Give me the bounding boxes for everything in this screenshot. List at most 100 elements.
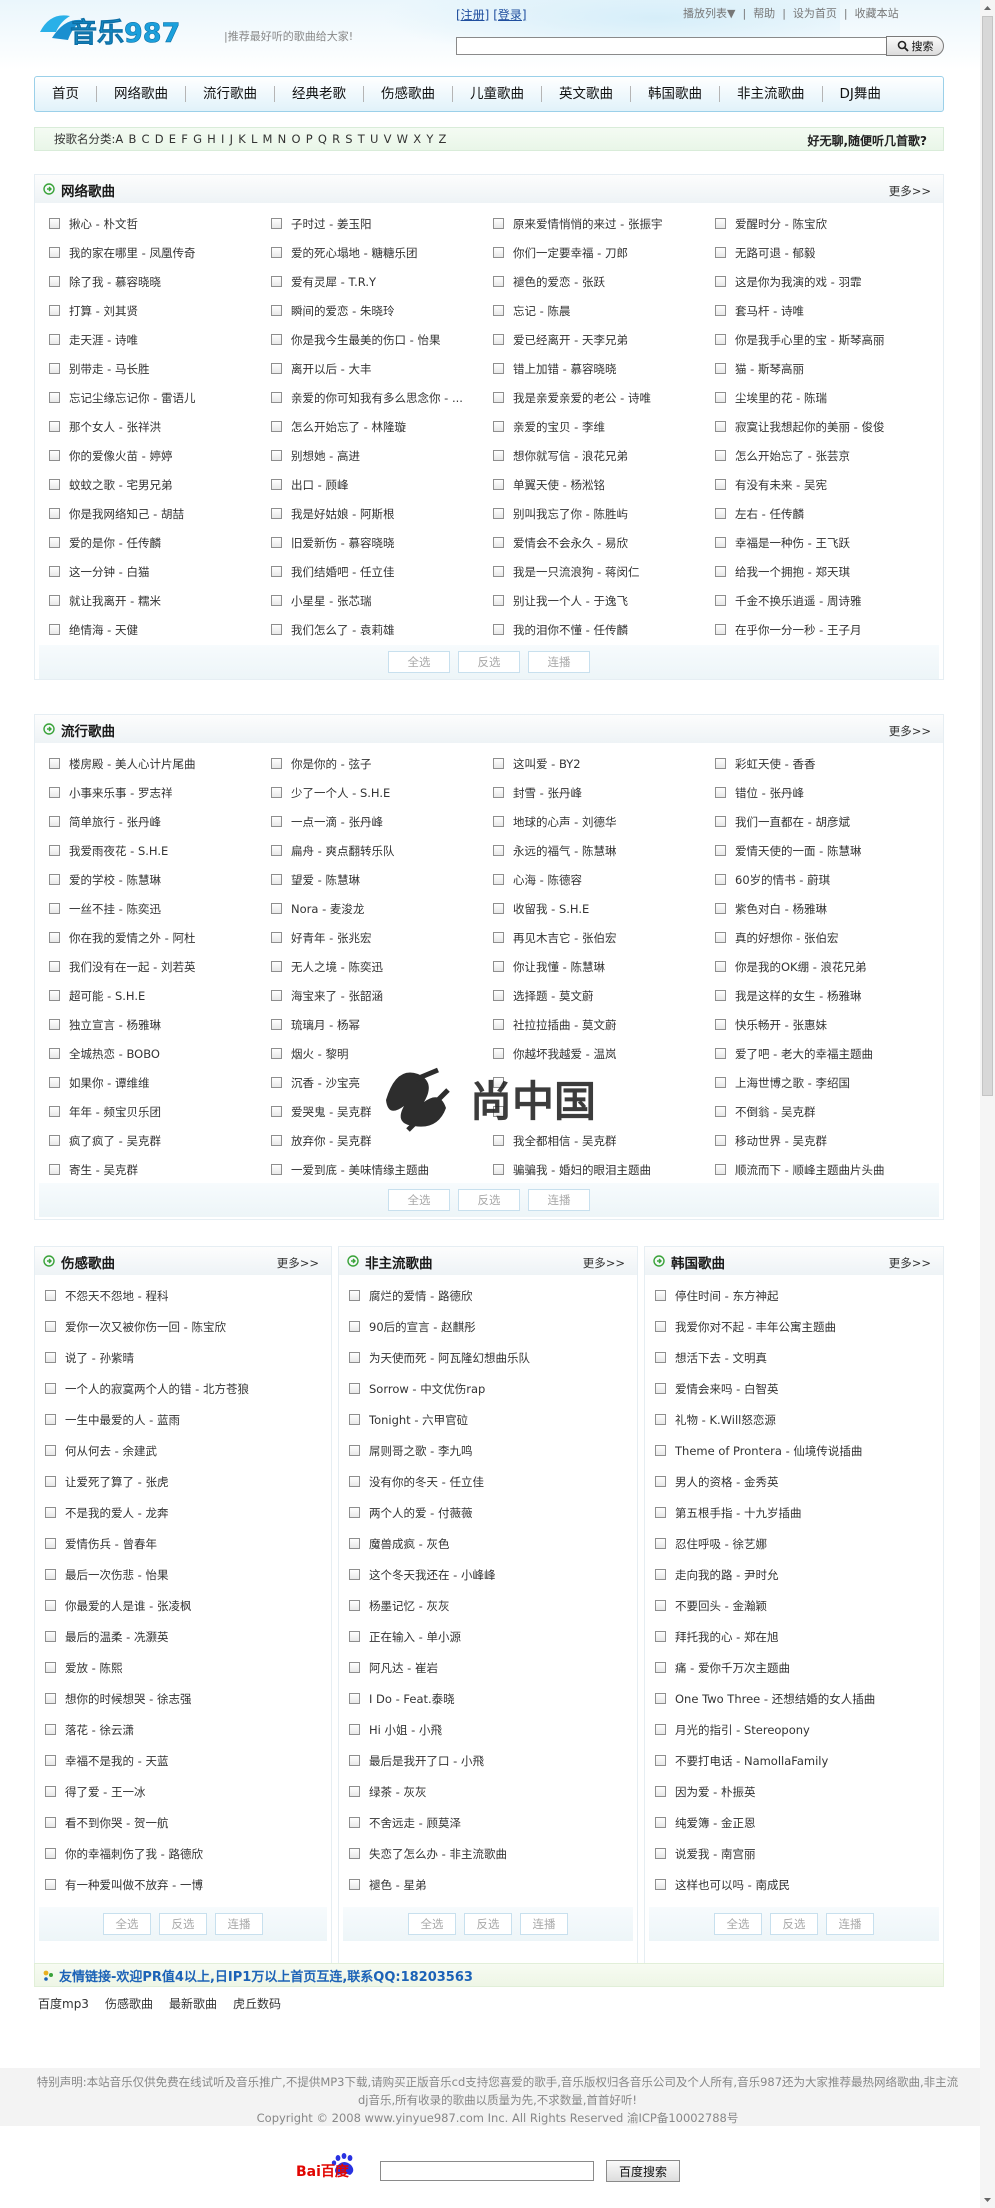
song-link[interactable]: 琉璃月 - 杨幂 — [291, 1017, 360, 1033]
song-checkbox[interactable] — [349, 1848, 360, 1859]
song-checkbox[interactable] — [715, 1135, 726, 1146]
song-link[interactable]: 好青年 - 张兆宏 — [291, 930, 371, 946]
song-checkbox[interactable] — [49, 363, 60, 374]
song-checkbox[interactable] — [49, 218, 60, 229]
song-link[interactable]: 沉香 - 沙宝亮 — [291, 1075, 360, 1091]
song-checkbox[interactable] — [271, 1077, 282, 1088]
song-checkbox[interactable] — [493, 479, 504, 490]
song-checkbox[interactable] — [715, 961, 726, 972]
alphabet-letter-z[interactable]: Z — [439, 132, 447, 146]
song-link[interactable]: 瞬间的爱恋 - 朱晓玲 — [291, 303, 394, 319]
song-link[interactable]: 我们结婚吧 - 任立佳 — [291, 564, 394, 580]
song-checkbox[interactable] — [349, 1600, 360, 1611]
song-link[interactable]: 爱的是你 - 任传麟 — [69, 535, 161, 551]
alphabet-letter-d[interactable]: D — [155, 132, 164, 146]
alphabet-letter-y[interactable]: Y — [426, 132, 433, 146]
song-link[interactable]: 幸福是一种伤 - 王飞跃 — [735, 535, 850, 551]
song-link[interactable]: 海宝来了 - 张韶涵 — [291, 988, 383, 1004]
more-link[interactable]: 更多>> — [889, 723, 931, 739]
song-checkbox[interactable] — [349, 1786, 360, 1797]
song-link[interactable]: 社拉拉插曲 - 莫文蔚 — [513, 1017, 616, 1033]
song-link[interactable]: 有没有未来 - 吴宪 — [735, 477, 827, 493]
song-link[interactable]: 亲爱的宝贝 - 李维 — [513, 419, 605, 435]
song-checkbox[interactable] — [493, 1048, 504, 1059]
song-checkbox[interactable] — [49, 787, 60, 798]
song-checkbox[interactable] — [349, 1476, 360, 1487]
song-checkbox[interactable] — [49, 1135, 60, 1146]
song-checkbox[interactable] — [715, 932, 726, 943]
song-checkbox[interactable] — [49, 990, 60, 1001]
song-checkbox[interactable] — [655, 1321, 666, 1332]
song-checkbox[interactable] — [49, 334, 60, 345]
song-link[interactable]: 简单旅行 - 张丹峰 — [69, 814, 161, 830]
song-link[interactable]: 揪心 - 朴文哲 — [69, 216, 138, 232]
song-link[interactable]: 再见木吉它 - 张伯宏 — [513, 930, 616, 946]
song-checkbox[interactable] — [45, 1476, 56, 1487]
song-checkbox[interactable] — [49, 874, 60, 885]
song-link[interactable]: 走天涯 - 诗唯 — [69, 332, 138, 348]
song-link[interactable]: 痛 - 爱你千万次主题曲 — [675, 1660, 790, 1676]
song-link[interactable]: 年年 - 频宝贝乐团 — [69, 1104, 161, 1120]
song-link[interactable]: 一个人的寂寞两个人的错 - 北方苍狼 — [65, 1381, 249, 1397]
friend-link[interactable]: 伤感歌曲 — [105, 1995, 153, 2012]
alphabet-letter-r[interactable]: R — [332, 132, 340, 146]
song-link[interactable]: Nora - 麦浚龙 — [291, 901, 364, 917]
song-checkbox[interactable] — [715, 479, 726, 490]
song-checkbox[interactable] — [45, 1352, 56, 1363]
alphabet-letter-q[interactable]: Q — [318, 132, 327, 146]
alphabet-letter-l[interactable]: L — [251, 132, 257, 146]
song-checkbox[interactable] — [49, 903, 60, 914]
song-checkbox[interactable] — [349, 1290, 360, 1301]
song-link[interactable]: 爱哭鬼 - 吴克群 — [291, 1104, 371, 1120]
song-checkbox[interactable] — [45, 1693, 56, 1704]
song-checkbox[interactable] — [493, 218, 504, 229]
song-link[interactable]: 那个女人 - 张祥洪 — [69, 419, 161, 435]
song-link[interactable]: 为天使而死 - 阿瓦隆幻想曲乐队 — [369, 1350, 530, 1366]
song-link[interactable]: 停住时间 - 东方神起 — [675, 1288, 778, 1304]
song-link[interactable]: 我们没有在一起 - 刘若英 — [69, 959, 195, 975]
alphabet-letter-w[interactable]: W — [397, 132, 408, 146]
song-checkbox[interactable] — [271, 334, 282, 345]
song-checkbox[interactable] — [349, 1724, 360, 1735]
song-checkbox[interactable] — [715, 816, 726, 827]
song-checkbox[interactable] — [271, 450, 282, 461]
song-link[interactable]: Hi 小姐 - 小飛 — [369, 1722, 442, 1738]
song-checkbox[interactable] — [715, 508, 726, 519]
song-checkbox[interactable] — [349, 1662, 360, 1673]
song-checkbox[interactable] — [271, 537, 282, 548]
song-link[interactable]: 你是我今生最美的伤口 - 怡果 — [291, 332, 440, 348]
song-checkbox[interactable] — [271, 479, 282, 490]
song-link[interactable]: 一爱到底 - 美味情缘主题曲 — [291, 1162, 429, 1178]
song-checkbox[interactable] — [49, 1106, 60, 1117]
song-link[interactable]: 别带走 - 马长胜 — [69, 361, 149, 377]
song-link[interactable]: 烟火 - 黎明 — [291, 1046, 348, 1062]
song-checkbox[interactable] — [715, 1106, 726, 1117]
friend-link[interactable]: 虎丘数码 — [233, 1995, 281, 2012]
song-link[interactable]: 扁舟 - 爽点翻转乐队 — [291, 843, 394, 859]
song-link[interactable]: 不倒翁 - 吴克群 — [735, 1104, 815, 1120]
song-checkbox[interactable] — [271, 305, 282, 316]
song-checkbox[interactable] — [45, 1879, 56, 1890]
song-checkbox[interactable] — [271, 1164, 282, 1175]
song-link[interactable]: 紫色对白 - 杨雅琳 — [735, 901, 827, 917]
song-checkbox[interactable] — [655, 1817, 666, 1828]
song-checkbox[interactable] — [349, 1507, 360, 1518]
song-checkbox[interactable] — [45, 1290, 56, 1301]
alphabet-letter-f[interactable]: F — [181, 132, 188, 146]
song-link[interactable]: 90后的宣言 - 赵麒彤 — [369, 1319, 476, 1335]
song-checkbox[interactable] — [45, 1662, 56, 1673]
song-link[interactable]: 我的家在哪里 - 凤凰传奇 — [69, 245, 195, 261]
song-link[interactable]: 千金不换乐逍遥 - 周诗雅 — [735, 593, 861, 609]
nav-korean-songs[interactable]: 韩国歌曲 — [631, 76, 719, 112]
song-checkbox[interactable] — [493, 566, 504, 577]
song-link[interactable]: 让爱死了算了 - 张虎 — [65, 1474, 168, 1490]
song-link[interactable]: 楼房殿 - 美人心计片尾曲 — [69, 756, 195, 772]
song-checkbox[interactable] — [49, 624, 60, 635]
song-link[interactable]: 褪色 - 星弟 — [369, 1877, 426, 1893]
song-checkbox[interactable] — [655, 1290, 666, 1301]
song-checkbox[interactable] — [715, 218, 726, 229]
song-checkbox[interactable] — [271, 1106, 282, 1117]
song-checkbox[interactable] — [715, 247, 726, 258]
song-link[interactable]: 上海世博之歌 - 李绍国 — [735, 1075, 850, 1091]
song-link[interactable]: 你最爱的人是谁 - 张凌枫 — [65, 1598, 191, 1614]
